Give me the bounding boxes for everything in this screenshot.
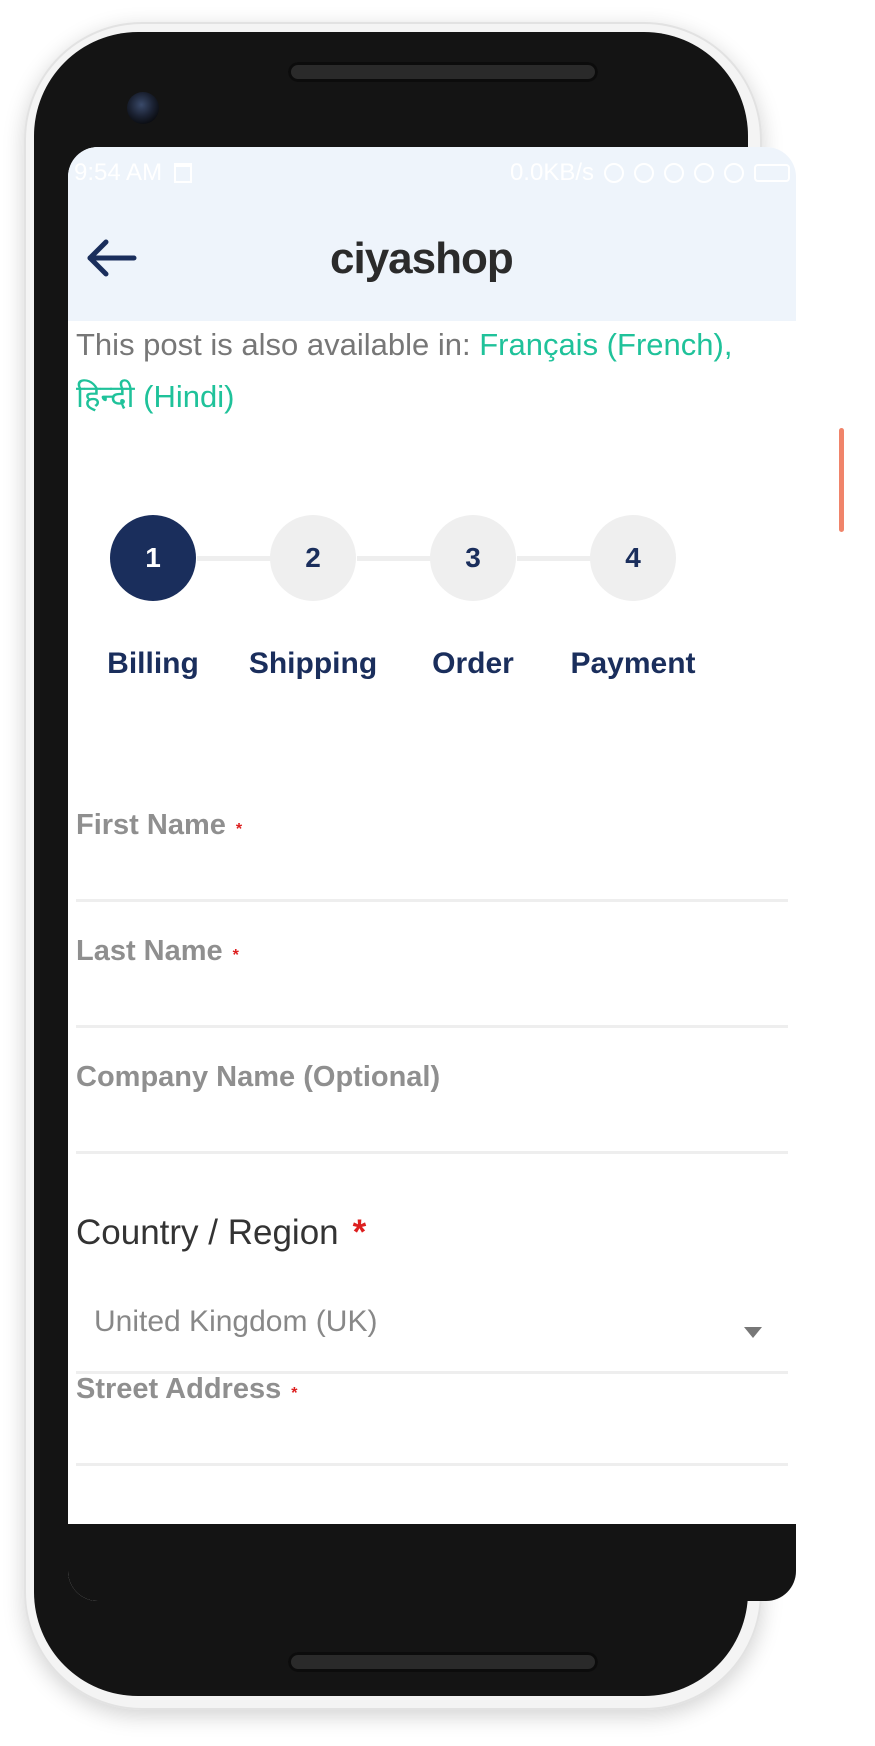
app-screen: 9:54 AM 0.0KB/s ciyashop This post is al… [68,147,796,1601]
status-bar: 9:54 AM 0.0KB/s [68,147,796,197]
step-4-circle[interactable]: 4 [590,515,676,601]
step-2-label: Shipping [248,647,378,680]
first-name-field[interactable]: First Name * [76,809,788,902]
trash-icon [174,163,193,183]
step-3-circle[interactable]: 3 [430,515,516,601]
status-time: 9:54 AM [74,159,163,186]
step-connector [197,556,271,561]
earpiece-speaker [288,62,598,82]
country-region-label: Country / Region * [76,1213,366,1253]
step-3-label: Order [432,647,514,680]
required-marker: * [291,1385,298,1402]
language-note: This post is also available in: Français… [76,319,788,423]
street-address-field[interactable]: Street Address * [76,1373,788,1466]
language-link-hindi[interactable]: हिन्दी (Hindi) [76,379,234,414]
checkout-stepper: 1 2 3 4 Billing Shipping Order Payment [68,515,796,715]
front-camera [127,92,159,124]
first-name-label: First Name [76,809,226,841]
app-header: ciyashop [68,197,796,321]
step-4-label: Payment [570,647,696,680]
language-note-prefix: This post is also available in: [76,327,480,362]
company-name-field[interactable]: Company Name (Optional) [76,1061,788,1154]
sim-icon [694,163,714,183]
step-2-circle[interactable]: 2 [270,515,356,601]
bluetooth-icon [604,163,624,183]
country-region-label-text: Country / Region [76,1213,339,1252]
company-name-label: Company Name (Optional) [76,1061,441,1093]
required-marker: * [235,821,243,838]
bottom-speaker [288,1652,598,1672]
street-address-label: Street Address [76,1373,282,1405]
country-select[interactable]: United Kingdom (UK) [76,1267,788,1374]
app-logo: ciyashop [330,234,514,283]
alarm-icon [664,163,684,183]
sync-icon [634,163,654,183]
back-button[interactable] [84,235,140,281]
step-1-label: Billing [107,647,199,680]
caret-down-icon [744,1327,762,1338]
system-navigation-bar [68,1524,796,1601]
step-connector [357,556,431,561]
arrow-left-icon [87,239,137,277]
power-button [839,428,844,532]
last-name-label: Last Name [76,935,223,967]
network-speed: 0.0KB/s [509,159,594,186]
required-marker: * [232,947,239,964]
step-connector [517,556,591,561]
step-1-circle[interactable]: 1 [110,515,196,601]
required-marker: * [352,1213,367,1252]
last-name-field[interactable]: Last Name * [76,935,788,1028]
signal-icon [724,163,744,183]
language-link-french[interactable]: Français (French), [479,327,732,362]
battery-icon [754,164,790,182]
country-select-value: United Kingdom (UK) [94,1305,378,1338]
